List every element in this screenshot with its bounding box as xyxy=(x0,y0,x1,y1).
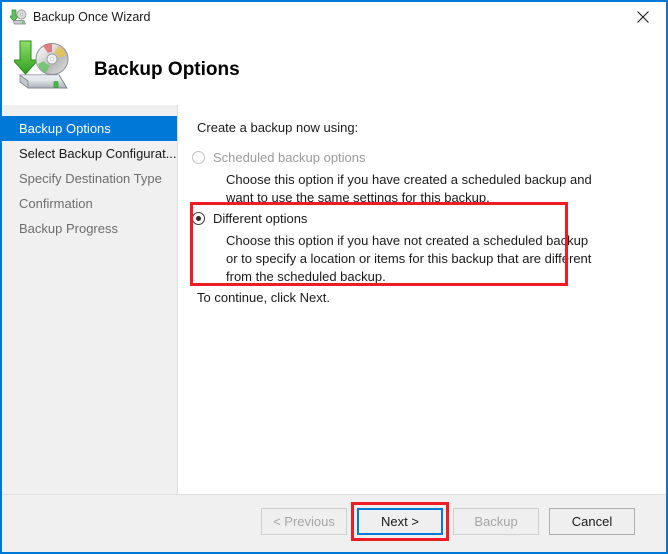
option-label-different-options: Different options xyxy=(213,211,308,226)
option-label-scheduled-backup-options: Scheduled backup options xyxy=(213,150,366,165)
title-bar: Backup Once Wizard xyxy=(2,2,666,32)
sidebar-item-specify-destination-type: Specify Destination Type xyxy=(19,171,162,186)
backup-drive-disc-icon xyxy=(11,38,76,96)
sidebar-item-confirmation: Confirmation xyxy=(19,196,93,211)
backup-button[interactable]: Backup xyxy=(453,508,539,535)
backup-wizard-icon xyxy=(8,8,28,26)
desc-line: Choose this option if you have not creat… xyxy=(226,233,589,248)
close-icon[interactable] xyxy=(620,2,666,31)
backup-once-wizard-window: Backup Once Wizard Backup Options Backup… xyxy=(0,0,668,554)
desc-line: or to specify a location or items for th… xyxy=(226,251,592,266)
previous-button[interactable]: < Previous xyxy=(261,508,347,535)
sidebar-item-select-backup-configuration[interactable]: Select Backup Configurat... xyxy=(2,141,177,166)
main-content: Create a backup now using: Scheduled bac… xyxy=(179,105,666,494)
sidebar-item-backup-progress: Backup Progress xyxy=(19,221,118,236)
page-title: Backup Options xyxy=(94,59,240,80)
radio-different-options[interactable] xyxy=(192,212,205,225)
option-description-different-options: Choose this option if you have not creat… xyxy=(226,232,626,286)
continue-instruction: To continue, click Next. xyxy=(197,290,330,305)
wizard-header: Backup Options xyxy=(2,32,666,105)
desc-line: from the scheduled backup. xyxy=(226,269,386,284)
wizard-step-sidebar: Backup Options Select Backup Configurat.… xyxy=(2,105,178,520)
option-description-scheduled-backup-options: Choose this option if you have created a… xyxy=(226,171,626,207)
cancel-button[interactable]: Cancel xyxy=(549,508,635,535)
sidebar-item-backup-options[interactable]: Backup Options xyxy=(2,116,177,141)
window-title: Backup Once Wizard xyxy=(33,10,151,24)
prompt-label: Create a backup now using: xyxy=(197,120,359,135)
desc-line: Choose this option if you have created a… xyxy=(226,172,592,187)
wizard-footer: < Previous Next > Backup Cancel xyxy=(2,494,666,552)
next-button[interactable]: Next > xyxy=(357,508,443,535)
radio-scheduled-backup-options xyxy=(192,151,205,164)
desc-line: want to use the same settings for this b… xyxy=(226,190,490,205)
step-list: Backup Options Select Backup Configurat.… xyxy=(2,116,177,241)
